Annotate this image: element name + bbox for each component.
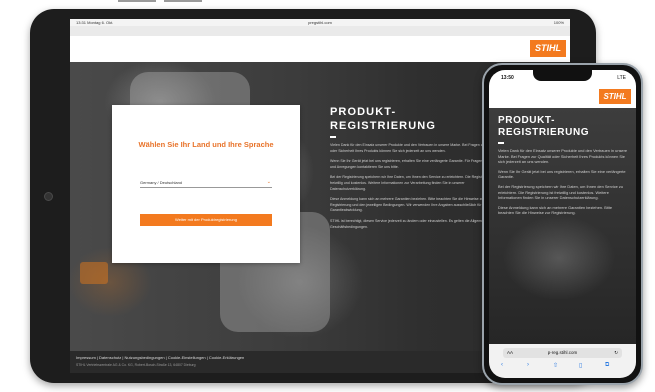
bookmarks-icon[interactable]: ▯: [579, 362, 582, 369]
content-paragraph: Bei der Registrierung speichern wir Ihre…: [330, 175, 498, 191]
phone-notch: [533, 70, 592, 81]
country-language-modal: Wählen Sie Ihr Land und Ihre Sprache Ger…: [112, 105, 300, 263]
content-paragraph: Vielen Dank für den Einsatz unserer Prod…: [330, 143, 500, 153]
country-select[interactable]: Germany / Deutschland ⌄: [140, 178, 272, 188]
phone-url[interactable]: p-reg.stihl.com: [503, 348, 622, 358]
stihl-logo[interactable]: STIHL: [599, 89, 631, 104]
content-paragraph: Diese Anmeldung kann sich an mehrere Gar…: [498, 204, 612, 216]
content-paragraph: Wenn Sie Ihr Gerät jetzt bei uns registr…: [330, 159, 500, 169]
content-paragraph: Bei der Registrierung speichern wir Ihre…: [498, 183, 623, 201]
page-title: PRODUKT-REGISTRIERUNG: [330, 106, 436, 132]
reload-icon[interactable]: ↻: [614, 348, 618, 358]
footer-links[interactable]: Impressum | Datenschutz | Nutzungsbeding…: [76, 355, 244, 360]
phone-site-header: STIHL: [489, 86, 636, 108]
phone-address-bar[interactable]: AA p-reg.stihl.com ↻: [503, 348, 622, 358]
tablet-battery: 100%: [553, 20, 564, 25]
tablet-url-strip: [70, 26, 570, 36]
orange-accent: [80, 262, 108, 284]
stihl-logo[interactable]: STIHL: [530, 40, 566, 57]
forward-icon[interactable]: ›: [527, 362, 529, 368]
content-paragraph: Wenn Sie Ihr Gerät jetzt bei uns registr…: [498, 168, 626, 180]
site-header: STIHL: [70, 36, 570, 62]
tablet-status-bar: 13:31 Montag 6. Okt. pregstihl.com 100%: [70, 19, 570, 26]
content-paragraph: Vielen Dank für den Einsatz unserer Prod…: [498, 148, 628, 165]
content-paragraph: Diese Anmeldung kann sich an mehrere Gar…: [330, 197, 488, 213]
phone-signal: LTE: [617, 75, 626, 81]
tablet-camera: [44, 192, 53, 201]
phone-screen: 13:50 LTE STIHL PRODUKT-REGISTRIERUNG Vi…: [489, 70, 636, 378]
phone-hero: PRODUKT-REGISTRIERUNG Vielen Dank für de…: [489, 108, 636, 344]
title-dash: [498, 142, 504, 144]
phone-registration-content: PRODUKT-REGISTRIERUNG Vielen Dank für de…: [498, 115, 628, 216]
chevron-down-icon: ⌄: [266, 179, 271, 185]
registration-content: PRODUKT-REGISTRIERUNG Vielen Dank für de…: [330, 105, 500, 230]
country-select-value: Germany / Deutschland: [140, 180, 183, 185]
continue-registration-button[interactable]: Weiter mit der Produktregistrierung: [140, 214, 272, 226]
phone-page-title: PRODUKT-REGISTRIERUNG: [498, 115, 590, 138]
phone-status-time: 13:50: [501, 75, 514, 81]
tablet-status-url[interactable]: pregstihl.com: [70, 19, 570, 26]
phone-nav-bar: ‹ › ⇧ ▯ ⧉: [499, 362, 626, 372]
title-dash: [330, 136, 336, 138]
content-paragraph: STIHL ist berechtigt, diesen Service jed…: [330, 218, 491, 229]
phone-device: 13:50 LTE STIHL PRODUKT-REGISTRIERUNG Vi…: [482, 63, 643, 385]
tabs-icon[interactable]: ⧉: [605, 362, 609, 369]
footer-copyright: STIHL Vertriebszentrale AG & Co. KG, Rob…: [76, 363, 196, 367]
decorative-lines: [118, 0, 208, 2]
modal-title: Wählen Sie Ihr Land und Ihre Sprache: [138, 140, 274, 149]
phone-browser-bar: AA p-reg.stihl.com ↻ ‹ › ⇧ ▯ ⧉: [489, 344, 636, 378]
back-icon[interactable]: ‹: [501, 362, 503, 368]
share-icon[interactable]: ⇧: [553, 362, 558, 369]
